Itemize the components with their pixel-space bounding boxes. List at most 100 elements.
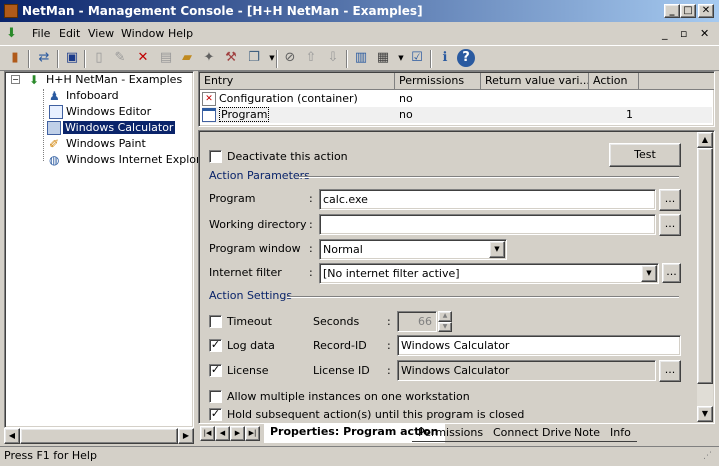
- column-return-value[interactable]: Return value vari...: [481, 73, 589, 90]
- record-id-input[interactable]: Windows Calculator: [397, 335, 681, 356]
- tree-item-infoboard[interactable]: ♟ Infoboard: [47, 88, 121, 104]
- scroll-thumb[interactable]: [20, 428, 178, 444]
- arrow-up-icon[interactable]: ⇧: [302, 49, 320, 67]
- tree-expander[interactable]: −: [11, 75, 20, 84]
- delete-icon[interactable]: ✕: [134, 49, 152, 67]
- timeout-checkbox[interactable]: [209, 315, 222, 328]
- netman-icon: ⬇: [29, 73, 40, 87]
- wizard-icon[interactable]: ✦: [200, 49, 218, 67]
- arrow-down-icon[interactable]: ⇩: [324, 49, 342, 67]
- tree-item-windows-calculator[interactable]: Windows Calculator: [47, 120, 176, 136]
- tools-icon[interactable]: ⚒: [222, 49, 240, 67]
- chevron-down-icon[interactable]: ▼: [263, 49, 281, 67]
- seconds-input[interactable]: 66: [397, 311, 437, 332]
- hold-subsequent-checkbox[interactable]: ✓: [209, 408, 222, 421]
- properties-vertical-scrollbar[interactable]: ▲ ▼: [697, 132, 713, 422]
- license-label: License: [227, 364, 269, 377]
- menu-file[interactable]: File: [32, 24, 50, 44]
- cell-entry: Program: [219, 107, 270, 122]
- multiple-instances-checkbox[interactable]: [209, 390, 222, 403]
- close-button[interactable]: ✕: [698, 4, 714, 18]
- deactivate-checkbox[interactable]: [209, 150, 222, 163]
- tree-item-windows-internet-explorer[interactable]: ◍ Windows Internet Explorer: [47, 152, 214, 168]
- tree-root[interactable]: ⬇ H+H NetMan - Examples: [27, 72, 184, 88]
- column-action[interactable]: Action: [589, 73, 639, 90]
- view-icon[interactable]: ▦: [374, 49, 392, 67]
- mdi-close-button[interactable]: ✕: [700, 24, 709, 44]
- scroll-down-button[interactable]: ▼: [697, 406, 713, 422]
- info-icon[interactable]: ℹ: [436, 49, 454, 67]
- entry-list[interactable]: Entry Permissions Return value vari... A…: [198, 71, 715, 127]
- license-checkbox[interactable]: ✓: [209, 364, 222, 377]
- book-icon[interactable]: ▮: [6, 49, 24, 67]
- tree-item-label: Windows Internet Explorer: [66, 153, 212, 166]
- properties-icon[interactable]: ▤: [157, 49, 175, 67]
- scroll-right-button[interactable]: ▶: [178, 428, 194, 444]
- properties-body: Deactivate this action Test Action Param…: [201, 133, 696, 423]
- check-icon[interactable]: ☑: [408, 49, 426, 67]
- down-arrow-icon[interactable]: ⬇: [6, 27, 17, 41]
- program-colon: :: [309, 192, 313, 205]
- connect-icon[interactable]: ⇄: [35, 49, 53, 67]
- column-permissions[interactable]: Permissions: [395, 73, 481, 90]
- license-id-input[interactable]: Windows Calculator: [397, 360, 656, 381]
- timeout-label: Timeout: [227, 315, 272, 328]
- menu-window[interactable]: Window: [121, 24, 164, 44]
- tab-permissions[interactable]: Permissions: [412, 425, 490, 442]
- copy-icon[interactable]: ❐: [245, 49, 263, 67]
- tree-view[interactable]: − ⬇ H+H NetMan - Examples ♟ Infoboard Wind…: [4, 71, 212, 428]
- save-icon[interactable]: ▣: [63, 49, 81, 67]
- cell-action: 1: [626, 108, 633, 121]
- scroll-up-button[interactable]: ▲: [697, 132, 713, 148]
- working-directory-browse-button[interactable]: ...: [659, 214, 681, 236]
- menu-edit[interactable]: Edit: [59, 24, 80, 44]
- tree-horizontal-scrollbar[interactable]: ◀ ▶: [4, 428, 194, 444]
- license-id-browse-button[interactable]: ...: [659, 360, 681, 382]
- new-icon[interactable]: ▯: [90, 49, 108, 67]
- resize-grip-icon[interactable]: ⋰: [703, 451, 715, 463]
- minimize-button[interactable]: _: [664, 4, 680, 18]
- table-row[interactable]: ✕ Configuration (container) no: [202, 91, 712, 107]
- status-bar: Press F1 for Help ⋰: [0, 446, 719, 466]
- spin-down-button[interactable]: ▼: [438, 322, 452, 332]
- menu-view[interactable]: View: [88, 24, 114, 44]
- tree-item-windows-paint[interactable]: ✐ Windows Paint: [47, 136, 148, 152]
- log-data-checkbox[interactable]: ✓: [209, 339, 222, 352]
- chevron-down-icon[interactable]: ▼: [489, 241, 505, 258]
- test-button[interactable]: Test: [609, 143, 681, 167]
- hold-subsequent-label: Hold subsequent action(s) until this pro…: [227, 408, 525, 421]
- help-icon[interactable]: ?: [457, 49, 475, 67]
- record-id-label: Record-ID: [313, 339, 367, 352]
- tab-last-button[interactable]: ▶|: [245, 426, 260, 441]
- scroll-left-button[interactable]: ◀: [4, 428, 20, 444]
- internet-filter-browse-button[interactable]: ...: [662, 263, 681, 283]
- folder-icon[interactable]: ▰: [178, 49, 196, 67]
- column-entry[interactable]: Entry: [200, 73, 395, 90]
- tab-next-button[interactable]: ▶: [230, 426, 245, 441]
- spin-up-button[interactable]: ▲: [438, 311, 452, 322]
- tab-connect-drive[interactable]: Connect Drive: [487, 425, 578, 442]
- internet-filter-select[interactable]: [No internet filter active] ▼: [319, 263, 659, 284]
- table-row[interactable]: Program no 1: [202, 107, 712, 123]
- tab-first-button[interactable]: |◀: [200, 426, 215, 441]
- tab-note[interactable]: Note: [568, 425, 607, 442]
- tab-info[interactable]: Info: [604, 425, 637, 442]
- calculator-icon: [47, 121, 61, 135]
- program-input[interactable]: calc.exe: [319, 189, 656, 210]
- tree-item-windows-editor[interactable]: Windows Editor: [47, 104, 153, 120]
- working-directory-input[interactable]: [319, 214, 656, 235]
- scroll-thumb[interactable]: [697, 148, 713, 384]
- mdi-restore-button[interactable]: ▫: [680, 24, 687, 44]
- program-window-select[interactable]: Normal ▼: [319, 239, 507, 260]
- tab-prev-button[interactable]: ◀: [215, 426, 230, 441]
- panel-icon[interactable]: ▥: [352, 49, 370, 67]
- mdi-minimize-button[interactable]: _: [662, 24, 668, 44]
- globe-icon: ◍: [49, 153, 60, 167]
- stop-icon[interactable]: ⊘: [281, 49, 299, 67]
- program-browse-button[interactable]: ...: [659, 189, 681, 211]
- maximize-button[interactable]: □: [680, 4, 696, 18]
- chevron-down-icon[interactable]: ▼: [641, 265, 657, 282]
- title-bar[interactable]: NetMan - Management Console - [H+H NetMa…: [0, 0, 719, 22]
- menu-help[interactable]: Help: [168, 24, 193, 44]
- edit-icon[interactable]: ✎: [111, 49, 129, 67]
